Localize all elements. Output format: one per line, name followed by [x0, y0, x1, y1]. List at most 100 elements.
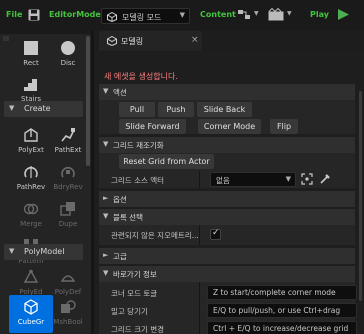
column-divider[interactable] — [199, 225, 200, 245]
ignore-unrelated-checkbox[interactable]: ✓ — [210, 228, 221, 240]
cinematics-icon[interactable] — [268, 8, 284, 21]
category-options[interactable]: ► 옵션 — [99, 191, 355, 207]
chevron-down-icon: ▼ — [9, 104, 15, 112]
shortcut-value: E/Q to pull/push, or use Ctrl+drag — [207, 303, 357, 318]
chevron-down-icon: ▼ — [285, 175, 291, 183]
slide-forward-button[interactable]: Slide Forward — [119, 119, 186, 134]
chevron-right-icon: ► — [103, 194, 109, 202]
editor-modes-menu[interactable]: EditorModes — [49, 10, 106, 19]
cubegr-icon — [24, 299, 38, 315]
chevron-down-icon: ▼ — [179, 11, 185, 19]
grid-source-label: 그리드 소스 액터 — [111, 176, 165, 185]
grid-source-value: 없음 — [216, 176, 230, 185]
category-actions[interactable]: ▼ 액션 — [99, 84, 355, 100]
category-title: 바로가기 정보 — [113, 270, 157, 279]
tool-dupe[interactable]: Dupe — [46, 197, 90, 235]
tool-bdryrev[interactable]: BdryRev — [46, 160, 90, 198]
close-icon[interactable]: × — [191, 35, 199, 45]
disc-icon — [61, 41, 75, 55]
chevron-down-icon: ▼ — [103, 212, 109, 220]
tool-disc[interactable]: Disc — [46, 36, 90, 74]
file-menu[interactable]: File — [6, 10, 22, 19]
shortcut-value-text: Ctrl + E/Q to increase/decrease grid — [213, 324, 349, 333]
slide-back-button[interactable]: Slide Back — [197, 102, 252, 117]
tool-label: Disc — [60, 59, 76, 67]
tool-pathext[interactable]: PathExt — [46, 123, 90, 161]
stairs-icon — [24, 79, 37, 91]
category-grid-reposition[interactable]: ▼ 그리드 재조기화 — [99, 137, 355, 153]
column-divider[interactable] — [199, 282, 200, 334]
tab-modeling[interactable]: 모델링 × — [99, 31, 202, 51]
eyedropper-icon[interactable] — [319, 173, 331, 185]
play-menu[interactable]: Play — [310, 10, 329, 19]
grid-source-combo[interactable]: 없음 ▼ — [210, 172, 296, 187]
category-title: 옵션 — [113, 195, 127, 204]
push-button[interactable]: Push — [158, 102, 194, 117]
category-shortcuts[interactable]: ▼ 바로가기 정보 — [99, 266, 355, 282]
column-divider[interactable] — [199, 171, 200, 188]
tool-label: Dupe — [58, 220, 78, 228]
chevron-down-icon: ▼ — [103, 269, 109, 277]
modeling-mode-icon — [107, 12, 117, 22]
panel-content: 새 에셋을 생성합니다. ▼ 액션 Pull Push Slide Back S… — [94, 51, 364, 334]
section-header-create[interactable]: ▼ Create — [4, 101, 83, 117]
chevron-down-icon[interactable]: ▼ — [287, 10, 292, 17]
modeling-details-panel: 모델링 × 새 에셋을 생성합니다. ▼ 액션 Pull Push Slide … — [94, 30, 364, 334]
pathext-icon — [61, 128, 75, 142]
section-title: PolyModel — [24, 247, 65, 256]
polyed-icon — [23, 269, 39, 283]
merge-icon — [23, 203, 39, 215]
chevron-down-icon: ▼ — [9, 247, 15, 255]
panel-tabstrip: 모델링 × — [94, 30, 364, 51]
pathrev-icon — [24, 166, 38, 178]
shortcut-value: Ctrl + E/Q to increase/decrease grid — [207, 321, 357, 334]
shortcut-label: 그리드 크기 변경 — [111, 325, 165, 334]
category-block-select[interactable]: ▼ 블록 선택 — [99, 209, 355, 225]
tool-palette: Rect Disc Stairs ▼ Create PolyExt PathEx… — [0, 30, 91, 334]
shortcut-value-text: E/Q to pull/push, or use Ctrl+drag — [213, 306, 341, 315]
meshbool-icon — [61, 300, 76, 313]
section-title: Create — [24, 104, 51, 113]
bdryrev-icon — [61, 166, 75, 178]
corner-mode-button[interactable]: Corner Mode — [198, 119, 261, 134]
shortcut-label: 코너 모드 토글 — [111, 289, 158, 298]
chevron-down-icon: ▼ — [103, 140, 109, 148]
tool-meshbool[interactable]: MshBool — [46, 295, 90, 333]
mode-selector-dropdown[interactable]: 모델링 모드 ▼ — [101, 8, 190, 24]
reset-grid-button[interactable]: Reset Grid from Actor — [119, 154, 214, 169]
section-header-polymodel[interactable]: ▼ PolyModel — [4, 244, 83, 260]
panel-scrollbar[interactable] — [359, 91, 362, 301]
chevron-down-icon[interactable]: ▼ — [254, 10, 259, 17]
save-icon[interactable] — [28, 9, 40, 21]
category-title: 액션 — [113, 88, 127, 97]
flip-button[interactable]: Flip — [270, 119, 298, 134]
shortcut-label: 밀고 당기기 — [111, 307, 148, 316]
palette-scrollbar[interactable] — [86, 36, 90, 166]
category-advanced[interactable]: ► 고급 — [99, 248, 355, 264]
tool-label: PathExt — [54, 146, 82, 154]
polyext-icon — [24, 128, 38, 142]
chevron-right-icon: ► — [103, 251, 109, 259]
pick-actor-icon[interactable] — [301, 173, 313, 185]
polydef-icon — [60, 275, 76, 282]
shortcut-value: Z to start/complete corner mode — [207, 285, 357, 300]
warning-message: 새 에셋을 생성합니다. — [104, 72, 178, 81]
checkmark-icon: ✓ — [212, 228, 220, 238]
blueprint-icon[interactable] — [237, 8, 251, 21]
chevron-down-icon: ▼ — [103, 87, 109, 95]
content-menu[interactable]: Content — [200, 10, 236, 19]
main-toolbar: File EditorModes 모델링 모드 ▼ Content ▼ ▼ Pl… — [0, 0, 364, 30]
dupe-icon — [60, 202, 75, 216]
category-title: 고급 — [113, 252, 127, 261]
category-title: 그리드 재조기화 — [113, 141, 164, 150]
ignore-unrelated-label: 관련되지 않은 지오메트리... — [111, 231, 199, 240]
shortcut-value-text: Z to start/complete corner mode — [213, 288, 336, 297]
rect-icon — [24, 41, 38, 55]
modeling-mode-icon — [107, 36, 117, 46]
palette-top-strip — [0, 30, 91, 34]
tool-label: MshBool — [53, 318, 83, 326]
pull-button[interactable]: Pull — [119, 102, 155, 117]
mode-selector-label: 모델링 모드 — [122, 13, 162, 22]
category-title: 블록 선택 — [113, 213, 143, 222]
play-icon[interactable] — [336, 8, 350, 21]
